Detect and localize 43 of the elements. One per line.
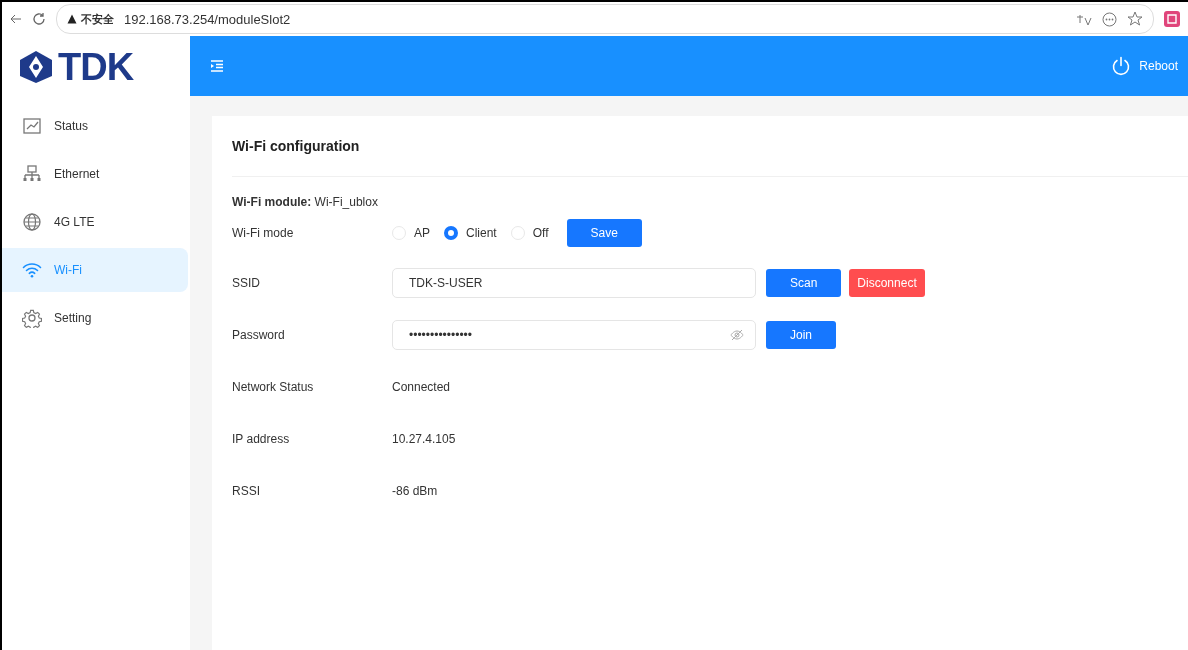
field-label: RSSI xyxy=(232,484,261,498)
sidebar-item[interactable]: Setting xyxy=(2,296,188,340)
translate-icon[interactable] xyxy=(1076,12,1092,26)
eye-slash-icon[interactable] xyxy=(730,329,744,341)
reload-icon[interactable] xyxy=(32,12,46,26)
field-label: Password xyxy=(232,328,286,342)
logo: TDK xyxy=(2,36,190,98)
globe-icon xyxy=(22,212,42,232)
field-value: Connected xyxy=(392,380,451,394)
more-icon[interactable] xyxy=(1102,11,1117,27)
password-field[interactable]: ••••••••••••••• xyxy=(392,320,756,350)
card-title: Wi-Fi configuration xyxy=(232,116,1188,177)
field-label: IP address xyxy=(232,432,291,446)
field-value: 10.27.4.105 xyxy=(392,432,456,446)
scan-button[interactable]: Scan xyxy=(766,269,842,297)
module-info: Wi-Fi module: Wi-Fi_ublox xyxy=(232,195,379,209)
address-bar[interactable]: 不安全 192.168.73.254/moduleSlot2 xyxy=(56,4,1154,34)
radio-option[interactable]: Client xyxy=(444,226,497,240)
warning-icon xyxy=(67,14,77,24)
join-button[interactable]: Join xyxy=(766,321,836,349)
sidebar-item[interactable]: Status xyxy=(2,104,188,148)
back-icon[interactable] xyxy=(10,13,22,25)
field-label: Wi-Fi mode xyxy=(232,226,295,240)
sidebar-item[interactable]: Ethernet xyxy=(2,152,188,196)
network-icon xyxy=(22,164,42,184)
field-label: Network Status xyxy=(232,380,315,394)
radio-option[interactable]: Off xyxy=(510,226,549,240)
radio-option[interactable]: AP xyxy=(392,226,430,240)
menu-icon[interactable] xyxy=(210,59,224,73)
ssid-field[interactable]: TDK-S-USER xyxy=(392,268,756,298)
save-button[interactable]: Save xyxy=(566,219,642,247)
power-icon xyxy=(1111,56,1132,76)
extension-icon[interactable] xyxy=(1164,11,1180,27)
sidebar-item[interactable]: 4G LTE xyxy=(2,200,188,244)
field-label: SSID xyxy=(232,276,261,290)
settings-icon xyxy=(22,308,42,328)
wifi-icon xyxy=(22,260,42,280)
logo-icon xyxy=(18,50,54,84)
chart-icon xyxy=(22,116,42,136)
star-icon[interactable] xyxy=(1127,11,1143,27)
security-label: 不安全 xyxy=(81,11,114,27)
field-value: -86 dBm xyxy=(392,484,438,498)
url-text: 192.168.73.254/moduleSlot2 xyxy=(124,11,291,27)
